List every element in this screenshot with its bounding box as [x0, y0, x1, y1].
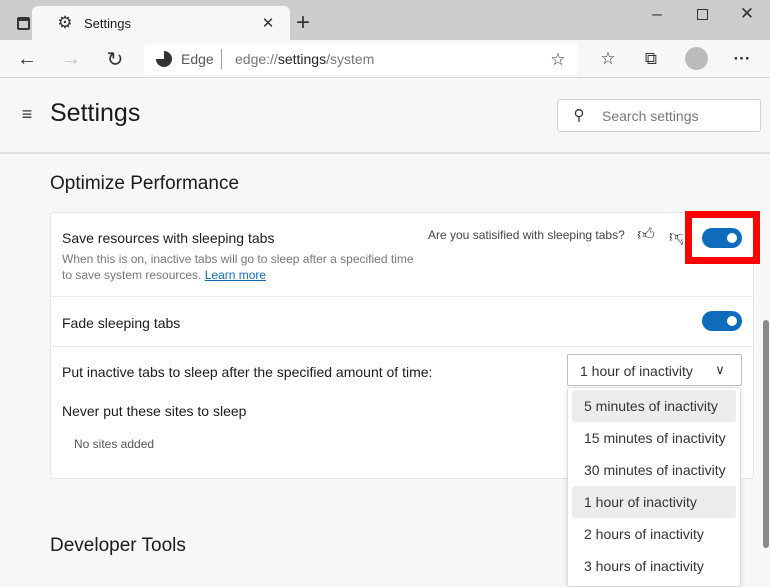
toolbar: ← → ↻ Edge edge://settings/system ☆ ☆ ⧉ …: [0, 40, 770, 78]
sleeping-tabs-toggle[interactable]: [702, 228, 742, 248]
forward-icon[interactable]: →: [58, 46, 84, 72]
profile-avatar[interactable]: [685, 47, 708, 70]
search-placeholder: Search settings: [602, 108, 699, 124]
scrollbar-thumb[interactable]: [763, 320, 769, 548]
url-brand: Edge: [181, 51, 214, 67]
add-favorite-icon[interactable]: ☆: [548, 50, 568, 70]
more-menu-icon[interactable]: ···: [730, 46, 754, 72]
no-sites-text: No sites added: [74, 437, 155, 451]
search-input[interactable]: ⚲ Search settings: [557, 99, 761, 132]
feedback-question: Are you satisified with sleeping tabs?: [428, 228, 625, 242]
minimize-icon[interactable]: –: [645, 4, 669, 24]
url-text: edge://settings/system: [235, 51, 375, 67]
sleep-after-menu: 5 minutes of inactivity 15 minutes of in…: [567, 387, 741, 587]
maximize-icon[interactable]: [690, 4, 714, 24]
menu-option[interactable]: 30 minutes of inactivity: [572, 454, 736, 486]
refresh-icon[interactable]: ↻: [102, 46, 128, 72]
menu-option[interactable]: 2 hours of inactivity: [572, 518, 736, 550]
sleep-after-label: Put inactive tabs to sleep after the spe…: [62, 364, 433, 380]
menu-option[interactable]: 5 minutes of inactivity: [572, 390, 736, 422]
collections-icon[interactable]: ⧉: [639, 46, 663, 72]
page-title: Settings: [50, 99, 141, 127]
edge-logo-icon: [156, 51, 172, 67]
dropdown-selected: 1 hour of inactivity: [580, 363, 693, 379]
search-icon: ⚲: [573, 107, 585, 124]
thumbs-up-icon[interactable]: 👍︎: [636, 223, 656, 245]
never-sleep-label: Never put these sites to sleep: [62, 403, 247, 419]
section-title: Optimize Performance: [50, 173, 240, 194]
tab-bar: ⚙ Settings ✕ + – ✕: [0, 0, 770, 40]
sleeping-tabs-row: Save resources with sleeping tabs When t…: [51, 211, 760, 297]
close-window-icon[interactable]: ✕: [735, 4, 759, 24]
settings-header: ≡ Settings ⚲ Search settings: [0, 79, 770, 154]
menu-option[interactable]: 15 minutes of inactivity: [572, 422, 736, 454]
address-bar[interactable]: Edge edge://settings/system ☆: [144, 44, 578, 75]
chevron-down-icon: ∨: [715, 362, 725, 377]
highlight-box: [685, 211, 760, 264]
favorites-icon[interactable]: ☆: [596, 46, 620, 72]
fade-row: Fade sleeping tabs: [51, 297, 753, 347]
developer-tools-title: Developer Tools: [50, 535, 186, 556]
back-icon[interactable]: ←: [14, 46, 40, 72]
new-tab-icon[interactable]: +: [290, 9, 316, 36]
learn-more-link[interactable]: Learn more: [205, 268, 266, 282]
menu-option[interactable]: 3 hours of inactivity: [572, 550, 736, 582]
tab-title: Settings: [84, 16, 131, 31]
gear-icon: ⚙: [57, 13, 73, 32]
thumbs-down-icon[interactable]: 👎︎: [669, 225, 683, 247]
fade-label: Fade sleeping tabs: [62, 315, 181, 331]
tab-settings[interactable]: ⚙ Settings ✕: [32, 6, 290, 40]
sleep-after-dropdown[interactable]: 1 hour of inactivity ∨: [567, 354, 742, 386]
fade-toggle[interactable]: [702, 311, 742, 331]
sleeping-tabs-label: Save resources with sleeping tabs: [62, 230, 275, 246]
hamburger-menu-icon[interactable]: ≡: [16, 103, 38, 125]
close-tab-icon[interactable]: ✕: [258, 14, 278, 32]
sleeping-tabs-description: When this is on, inactive tabs will go t…: [62, 252, 414, 282]
menu-option-selected[interactable]: 1 hour of inactivity: [572, 486, 736, 518]
